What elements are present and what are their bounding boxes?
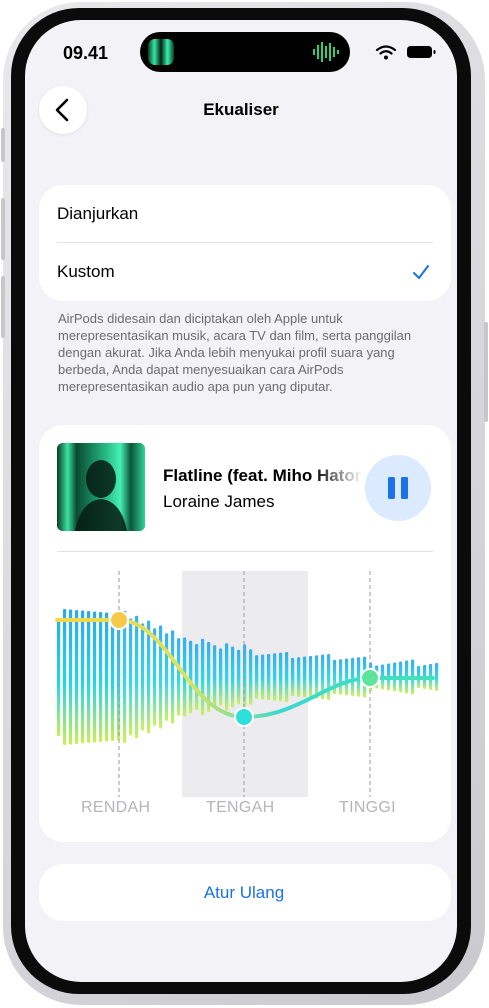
waveform-bar	[219, 648, 223, 706]
option-divider	[57, 242, 433, 243]
reset-card[interactable]: Atur Ulang	[39, 864, 451, 921]
album-art-image	[57, 443, 145, 531]
pause-icon	[388, 477, 408, 499]
waveform-bar	[81, 610, 85, 744]
low-band-handle[interactable]	[109, 610, 129, 630]
waveform-bar	[255, 655, 259, 699]
waveform-bar	[309, 655, 313, 699]
now-playing-divider	[57, 551, 433, 552]
album-art	[57, 443, 145, 531]
option-recommended[interactable]: Dianjurkan	[57, 204, 138, 224]
band-label-mid: TENGAH	[206, 799, 275, 816]
status-time: 09.41	[63, 43, 109, 63]
dynamic-island[interactable]	[140, 32, 350, 72]
waveform-bar	[285, 651, 289, 703]
option-custom[interactable]: Kustom	[57, 262, 115, 282]
waveform-bar	[195, 644, 199, 710]
waveform-bar	[225, 643, 229, 711]
waveform-bar	[69, 609, 73, 745]
waveform-bar	[297, 657, 301, 697]
waveform-bar	[63, 609, 67, 745]
page-title: Ekualiser	[203, 100, 279, 119]
waveform-bar	[87, 611, 91, 743]
island-album-art	[148, 39, 174, 65]
waveform-bar	[303, 656, 307, 698]
checkmark-icon	[413, 265, 429, 279]
waveform-bar	[165, 633, 169, 721]
band-label-high: TINGGI	[339, 799, 396, 816]
waveform-bar	[75, 610, 79, 744]
waveform-bar	[105, 612, 109, 742]
waveform-bar	[177, 638, 181, 716]
band-label-low: RENDAH	[81, 799, 151, 816]
volume-up-button	[1, 198, 5, 260]
screen: 09.41 Ekualiser Dianjurkan Kustom AirPod…	[25, 20, 457, 982]
reset-button[interactable]: Atur Ulang	[39, 883, 449, 903]
waveform-bar	[315, 655, 319, 699]
waveform-bar	[147, 620, 151, 734]
now-playing-card: Flatline (feat. Miho Hatori) Loraine Jam…	[39, 425, 451, 842]
eq-options-card: Dianjurkan Kustom	[39, 185, 451, 301]
waveform-bar	[327, 653, 331, 701]
high-band-handle[interactable]	[360, 668, 380, 688]
waveform-bar	[339, 659, 343, 695]
waveform-bar	[351, 657, 355, 697]
waveform-bar	[153, 628, 157, 726]
waveform-bar	[129, 618, 133, 736]
waveform-bar	[237, 649, 241, 705]
pause-button[interactable]	[365, 455, 431, 521]
waveform-bar	[243, 644, 247, 710]
silent-switch	[1, 128, 5, 162]
waveform-bar	[93, 611, 97, 743]
waveform-bar	[123, 610, 127, 744]
waveform-bar	[57, 618, 61, 736]
equalizer-graph[interactable]	[39, 571, 451, 797]
waveform-bar	[171, 630, 175, 724]
volume-down-button	[1, 276, 5, 338]
waveform-bar	[111, 613, 115, 741]
waveform-bar	[279, 652, 283, 702]
description-text: AirPods didesain dan diciptakan oleh App…	[58, 311, 412, 394]
track-title: Flatline (feat. Miho Hatori)	[163, 466, 363, 485]
wifi-icon	[375, 45, 397, 60]
side-button	[484, 322, 488, 422]
waveform-bar	[231, 646, 235, 708]
waveform-bar	[189, 640, 193, 714]
track-artist: Loraine James	[163, 492, 275, 511]
waveform-bar	[291, 657, 295, 697]
status-icons	[375, 45, 436, 60]
waveform-bar	[135, 615, 139, 739]
waveform-bar	[345, 658, 349, 696]
waveform-bar	[99, 612, 103, 742]
waveform-bar	[261, 654, 265, 700]
waveform-bar	[201, 638, 205, 716]
mid-band-handle[interactable]	[234, 707, 254, 727]
waveform-bar	[267, 653, 271, 701]
waveform-bar	[213, 645, 217, 709]
waveform-bar	[273, 653, 277, 701]
waveform-bar	[141, 623, 145, 731]
waveform-bar	[249, 649, 253, 705]
island-waveform-icon	[313, 42, 339, 62]
battery-icon	[407, 46, 436, 58]
waveform-bar	[435, 663, 439, 691]
